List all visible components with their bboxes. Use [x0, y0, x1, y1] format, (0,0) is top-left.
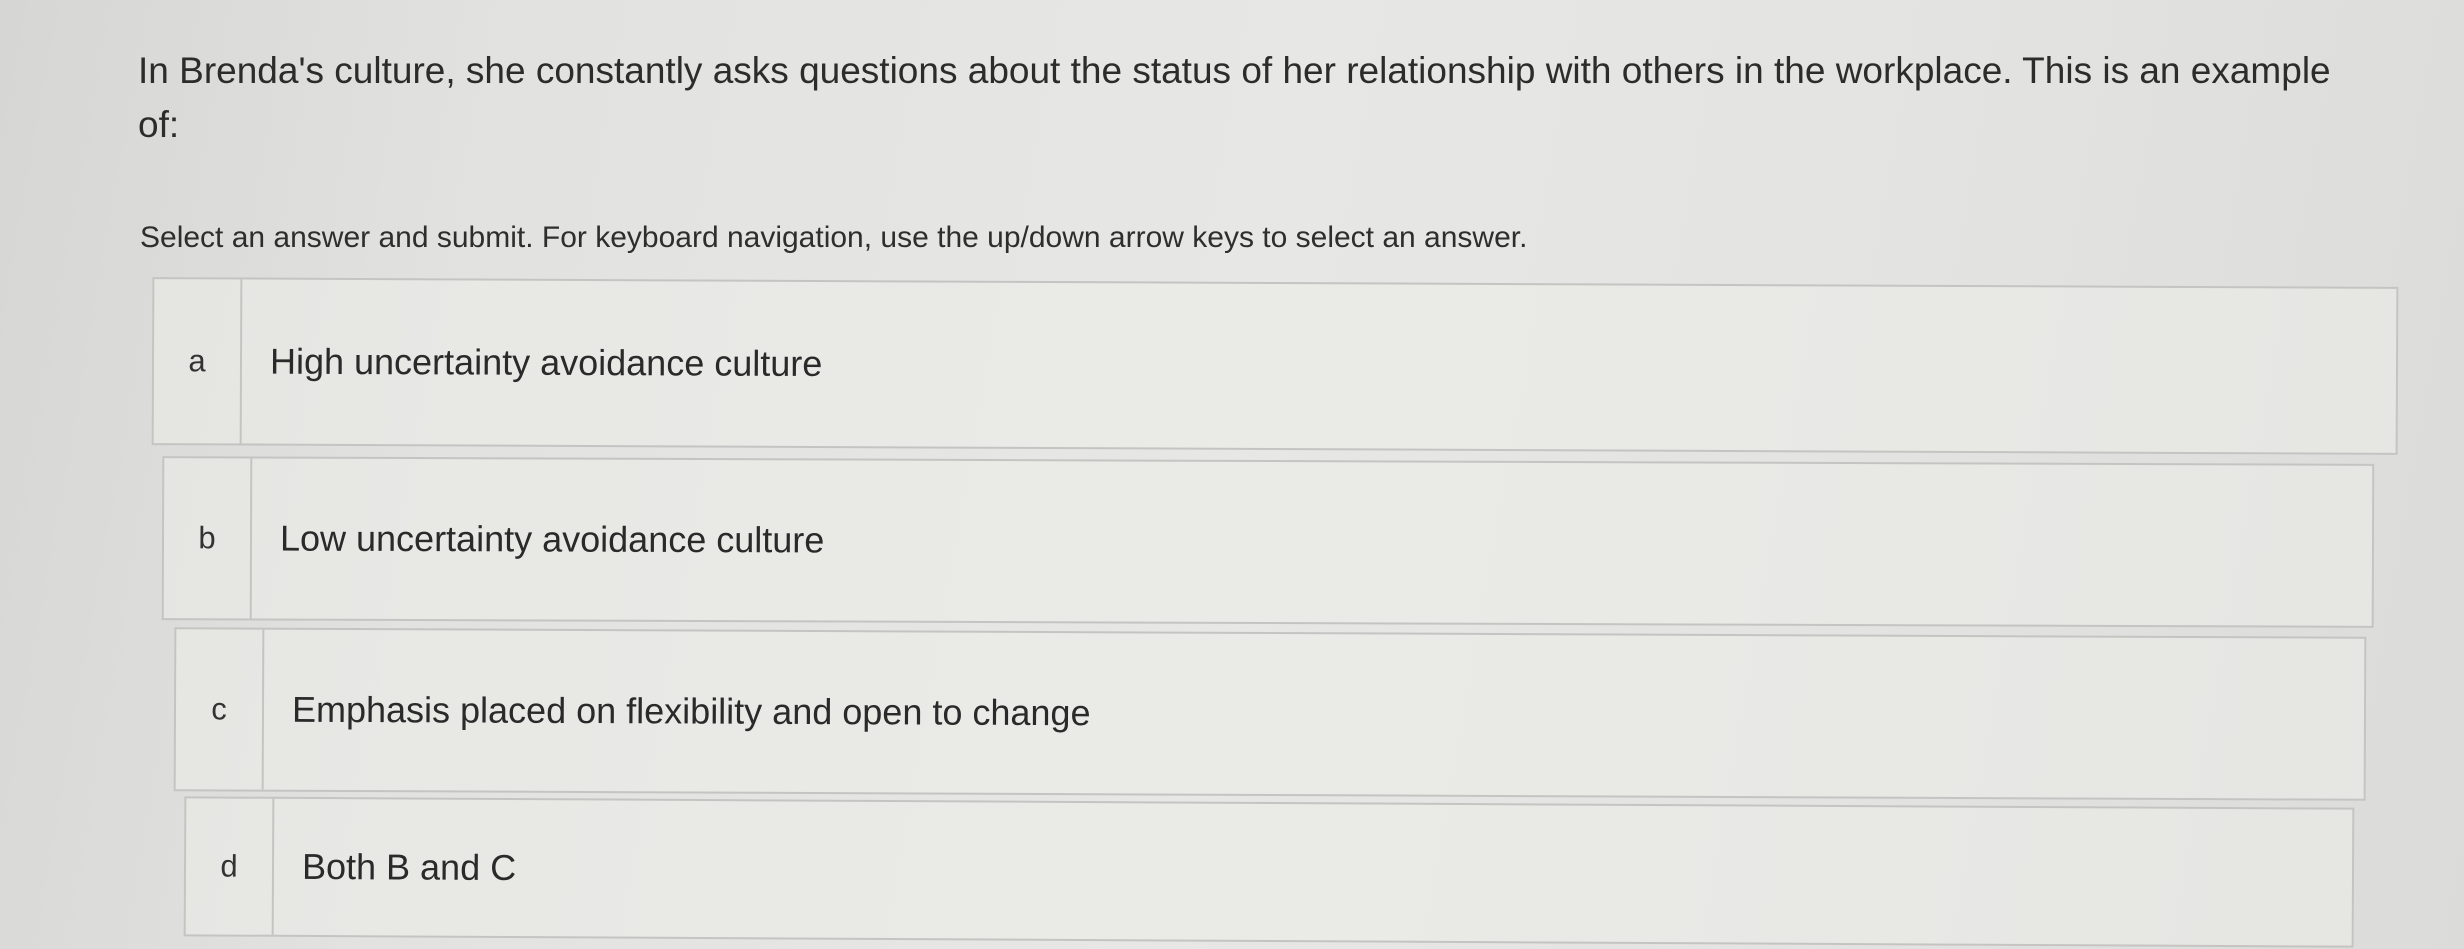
option-letter: c [175, 629, 265, 790]
answer-option-d[interactable]: d Both B and C [183, 796, 2355, 948]
option-label: Emphasis placed on flexibility and open … [291, 688, 1091, 734]
option-label: Both B and C [301, 845, 517, 889]
option-label: High uncertainty avoidance culture [269, 340, 823, 385]
instruction-text: Select an answer and submit. For keyboar… [140, 221, 1528, 254]
answer-option-c[interactable]: c Emphasis placed on flexibility and ope… [173, 627, 2367, 801]
answer-option-a[interactable]: a High uncertainty avoidance culture [151, 277, 2399, 455]
option-letter: d [185, 798, 275, 935]
option-letter: a [153, 279, 243, 444]
option-label: Low uncertainty avoidance culture [279, 517, 825, 561]
answer-option-b[interactable]: b Low uncertainty avoidance culture [161, 456, 2375, 628]
option-letter: b [163, 458, 253, 619]
question-text: In Brenda's culture, she constantly asks… [138, 50, 2331, 145]
